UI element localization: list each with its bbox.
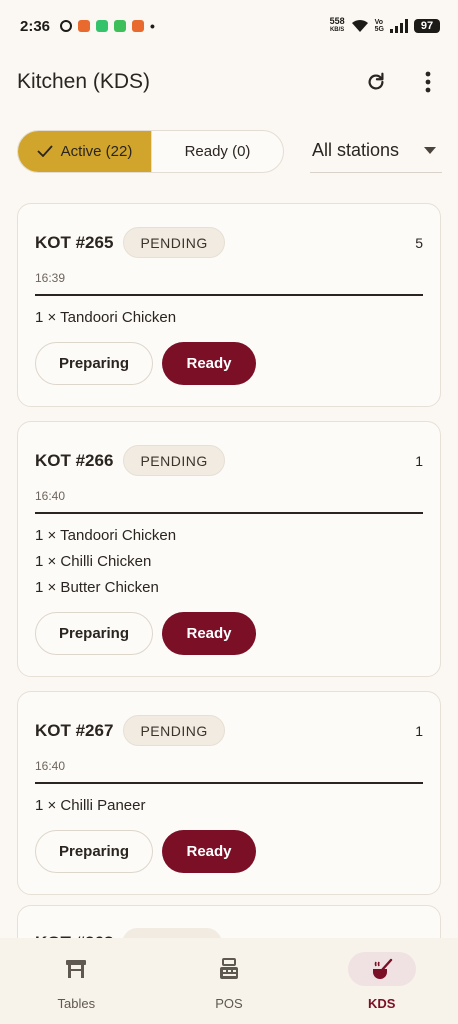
refresh-button[interactable] <box>363 69 389 95</box>
filter-row: Active (22) Ready (0) All stations <box>17 129 442 173</box>
kot-item-count: 1 <box>415 722 423 739</box>
kot-card: KOT #266 PENDING 1 16:40 1 × Tandoori Ch… <box>17 421 441 677</box>
kot-time: 16:39 <box>35 271 66 285</box>
check-icon <box>37 145 53 157</box>
page-title: Kitchen (KDS) <box>17 70 151 93</box>
nav-tables[interactable]: Tables <box>0 938 153 1024</box>
swiggy-notification-icon <box>132 20 145 32</box>
kot-card: KOT #267 PENDING 1 16:40 1 × Chilli Pane… <box>17 691 441 895</box>
table-icon <box>66 960 87 978</box>
volte-icon: Vo 5G <box>374 19 384 33</box>
refresh-icon <box>368 72 384 90</box>
nav-kds-label: KDS <box>367 996 396 1011</box>
preparing-button[interactable]: Preparing <box>35 830 153 873</box>
kot-item-count: 5 <box>415 234 423 251</box>
wifi-icon <box>351 19 368 32</box>
nav-pos-label: POS <box>215 996 243 1011</box>
app-notification-icon <box>114 20 127 32</box>
preparing-button[interactable]: Preparing <box>35 342 153 385</box>
kot-line-item: 1 × Butter Chicken <box>35 579 159 596</box>
active-filter-tab[interactable]: Active (22) <box>18 130 151 172</box>
active-filter-label: Active (22) <box>60 142 133 160</box>
swiggy-notification-icon <box>78 20 91 32</box>
status-bar: 2:36 • 558 KB/S Vo 5G 97 <box>0 0 458 52</box>
kot-time: 16:40 <box>35 489 66 503</box>
network-speed-unit: KB/S <box>329 27 345 33</box>
ready-filter-label: Ready (0) <box>184 142 251 160</box>
nav-tables-label: Tables <box>57 996 96 1011</box>
station-dropdown[interactable]: All stations <box>310 129 442 173</box>
more-options-button[interactable] <box>415 69 441 95</box>
kot-number: KOT #266 <box>35 450 114 470</box>
kot-status-badge: PENDING <box>123 227 225 258</box>
kot-status-badge: PENDING <box>123 445 225 476</box>
ready-filter-tab[interactable]: Ready (0) <box>151 130 283 172</box>
bottom-navigation: Tables POS KDS <box>0 938 458 1024</box>
kot-status-badge: PENDING <box>123 715 225 746</box>
threads-notification-icon <box>60 20 73 32</box>
status-time: 2:36 <box>20 17 51 35</box>
status-segmented-control: Active (22) Ready (0) <box>17 129 284 173</box>
kot-line-item: 1 × Chilli Paneer <box>35 797 146 814</box>
battery-indicator: 97 <box>414 19 440 33</box>
app-notification-icon <box>96 20 109 32</box>
more-notifications-dot-icon: • <box>150 18 155 34</box>
ladle-pot-icon <box>372 958 392 979</box>
kot-number: KOT #267 <box>35 720 114 740</box>
kot-line-item: 1 × Tandoori Chicken <box>35 309 177 326</box>
dropdown-caret-icon <box>424 147 436 154</box>
kot-list: KOT #265 PENDING 5 16:39 1 × Tandoori Ch… <box>17 203 441 909</box>
app-bar: Kitchen (KDS) <box>0 52 458 112</box>
kot-card: KOT #265 PENDING 5 16:39 1 × Tandoori Ch… <box>17 203 441 407</box>
ready-button[interactable]: Ready <box>162 342 256 385</box>
kot-time: 16:40 <box>35 759 66 773</box>
kot-line-item: 1 × Chilli Chicken <box>35 553 152 570</box>
nav-pos[interactable]: POS <box>153 938 306 1024</box>
kot-number: KOT #265 <box>35 232 114 252</box>
network-speed-value: 558 <box>329 16 345 26</box>
signal-icon <box>390 19 408 33</box>
network-speed: 558 KB/S <box>330 17 345 35</box>
more-vertical-icon <box>425 71 431 93</box>
kot-line-item: 1 × Tandoori Chicken <box>35 527 177 544</box>
kot-item-count: 1 <box>415 452 423 469</box>
nav-kds[interactable]: KDS <box>305 938 458 1024</box>
cash-register-icon <box>220 958 238 979</box>
station-dropdown-value: All stations <box>312 140 400 160</box>
ready-button[interactable]: Ready <box>162 612 256 655</box>
preparing-button[interactable]: Preparing <box>35 612 153 655</box>
ready-button[interactable]: Ready <box>162 830 256 873</box>
